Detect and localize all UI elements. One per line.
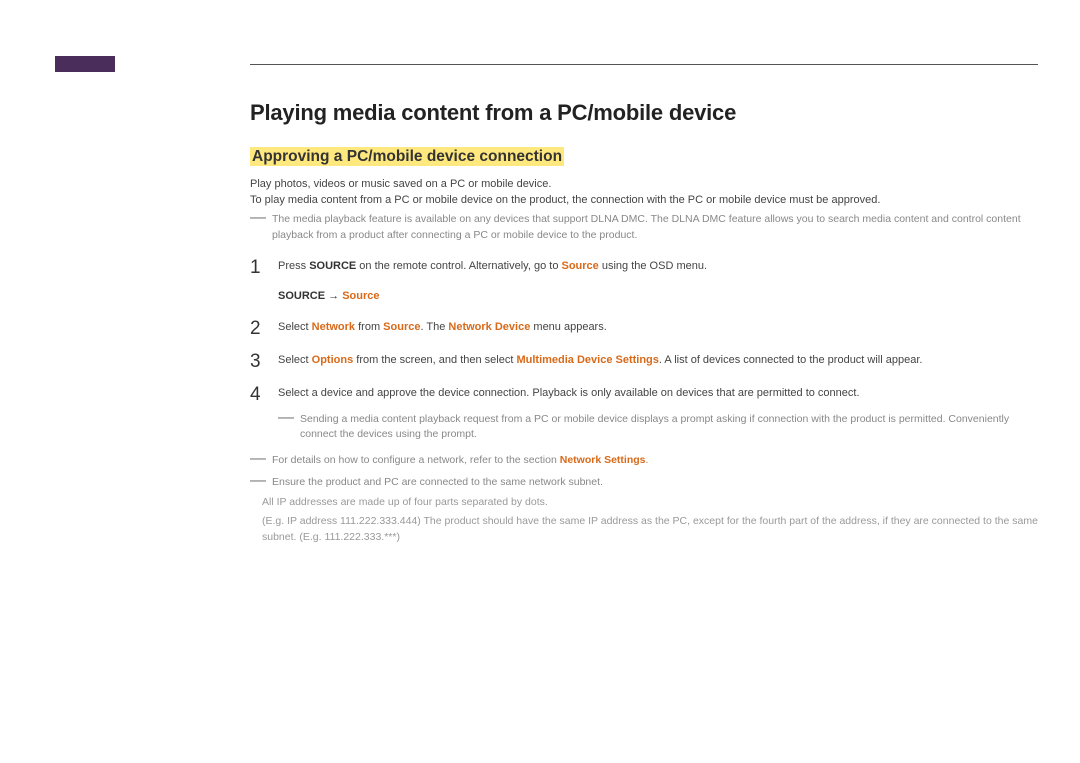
text: Select a device and approve the device c… — [278, 387, 860, 399]
dash-icon: ― — [250, 475, 266, 491]
step-body: Select a device and approve the device c… — [278, 385, 1038, 404]
text: Press — [278, 260, 309, 272]
intro-text-1: Play photos, videos or music saved on a … — [250, 178, 1038, 190]
step-body: Select Options from the screen, and then… — [278, 352, 1038, 371]
link-options: Options — [312, 354, 354, 366]
note-configure-text: For details on how to configure a networ… — [272, 453, 648, 469]
dash-icon: ― — [250, 212, 266, 244]
path-source: SOURCE — [278, 290, 325, 302]
link-network: Network — [312, 321, 355, 333]
step-body: Select Network from Source. The Network … — [278, 319, 1038, 338]
step-1: 1 Press SOURCE on the remote control. Al… — [250, 258, 1038, 305]
step-number: 3 — [250, 352, 278, 371]
text: For details on how to configure a networ… — [272, 454, 560, 466]
note-ip-line2: (E.g. IP address 111.222.333.444) The pr… — [262, 514, 1038, 546]
dash-icon: ― — [250, 453, 266, 469]
dash-icon: ― — [278, 412, 294, 444]
step-body: Press SOURCE on the remote control. Alte… — [278, 258, 1038, 305]
link-network-settings: Network Settings — [560, 454, 646, 466]
text: . A list of devices connected to the pro… — [659, 354, 923, 366]
path-source-link: Source — [342, 290, 379, 302]
note-sending-text: Sending a media content playback request… — [300, 412, 1038, 444]
link-multimedia-settings: Multimedia Device Settings — [516, 354, 658, 366]
link-network-device: Network Device — [448, 321, 530, 333]
link-source: Source — [383, 321, 420, 333]
step-number: 1 — [250, 258, 278, 305]
side-accent-bar — [55, 56, 115, 72]
link-source: Source — [562, 260, 599, 272]
text: from — [355, 321, 383, 333]
section-heading-wrap: Approving a PC/mobile device connection — [250, 148, 1038, 166]
text: using the OSD menu. — [599, 260, 707, 272]
main-content: Playing media content from a PC/mobile d… — [250, 100, 1038, 546]
note-sending: ― Sending a media content playback reque… — [278, 412, 1038, 444]
note-dlna: ― The media playback feature is availabl… — [250, 212, 1038, 244]
step-number: 2 — [250, 319, 278, 338]
intro-text-2: To play media content from a PC or mobil… — [250, 194, 1038, 206]
top-rule — [250, 64, 1038, 65]
page-title: Playing media content from a PC/mobile d… — [250, 100, 1038, 126]
note-subnet-text: Ensure the product and PC are connected … — [272, 475, 603, 491]
text: . The — [420, 321, 448, 333]
menu-path: SOURCE → Source — [278, 288, 1038, 305]
text: on the remote control. Alternatively, go… — [356, 260, 561, 272]
step-4: 4 Select a device and approve the device… — [250, 385, 1038, 404]
path-arrow: → — [325, 290, 342, 302]
bold-source: SOURCE — [309, 260, 356, 272]
step-number: 4 — [250, 385, 278, 404]
text: Select — [278, 321, 312, 333]
text: menu appears. — [530, 321, 606, 333]
text: Select — [278, 354, 312, 366]
note-subnet: ― Ensure the product and PC are connecte… — [250, 475, 1038, 491]
step-3: 3 Select Options from the screen, and th… — [250, 352, 1038, 371]
step-2: 2 Select Network from Source. The Networ… — [250, 319, 1038, 338]
note-ip-line1: All IP addresses are made up of four par… — [262, 495, 1038, 511]
text: from the screen, and then select — [353, 354, 516, 366]
note-dlna-text: The media playback feature is available … — [272, 212, 1038, 244]
text: . — [646, 454, 649, 466]
section-heading: Approving a PC/mobile device connection — [250, 147, 564, 166]
note-configure-network: ― For details on how to configure a netw… — [250, 453, 1038, 469]
